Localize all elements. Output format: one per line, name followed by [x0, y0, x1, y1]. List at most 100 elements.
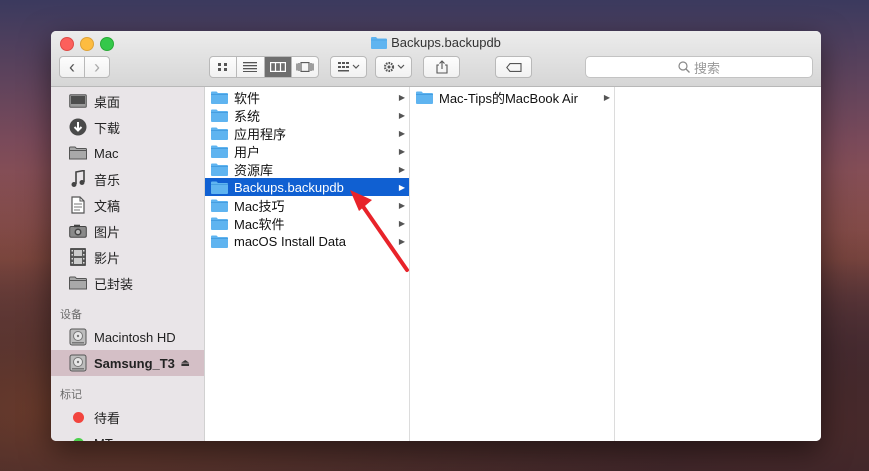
folder-name: 用户 — [234, 144, 261, 160]
sidebar-item-label: Macintosh HD — [94, 329, 176, 345]
view-mode-group — [209, 56, 319, 78]
tag-color-dot-icon — [68, 408, 88, 426]
folder-icon — [211, 127, 228, 140]
folder-row[interactable]: 资源库 ▶ — [205, 160, 409, 178]
sidebar-item-samsung-t3[interactable]: Samsung_T3 ⏏ — [51, 350, 204, 376]
gear-icon — [383, 61, 404, 73]
list-icon — [243, 62, 258, 72]
folder-icon — [211, 235, 228, 248]
disclosure-arrow-icon: ▶ — [398, 164, 405, 174]
folder-icon — [371, 36, 388, 53]
tags-button[interactable] — [495, 56, 532, 78]
window-title-text: Backups.backupdb — [391, 35, 501, 50]
disk-icon — [68, 328, 88, 346]
tag-color-dot-icon — [68, 434, 88, 441]
sidebar-item-favorites-7[interactable]: 已封装 — [51, 270, 204, 296]
folder-icon — [211, 91, 228, 104]
chevron-left-icon: ‹ — [69, 57, 75, 77]
sidebar-item-label: Mac — [94, 145, 119, 161]
disclosure-arrow-icon: ▶ — [398, 92, 405, 102]
disclosure-arrow-icon: ▶ — [398, 128, 405, 138]
coverflow-icon — [296, 62, 314, 72]
document-icon — [68, 196, 88, 214]
desktop-icon — [68, 92, 88, 110]
search-icon — [678, 61, 690, 73]
sidebar: 桌面下载 Mac 音乐文稿图片影片已封装 设备 Macintosh HD Samsun… — [51, 87, 205, 441]
disclosure-arrow-icon: ▶ — [398, 110, 405, 120]
eject-icon[interactable]: ⏏ — [181, 358, 190, 369]
icon-view-button[interactable] — [210, 57, 238, 77]
sidebar-item-favorites-6[interactable]: 影片 — [51, 244, 204, 270]
share-button[interactable] — [423, 56, 460, 78]
search-field[interactable]: 搜索 — [585, 56, 813, 78]
action-button[interactable] — [375, 56, 412, 78]
disk-icon — [68, 354, 88, 372]
sidebar-item-label: 文稿 — [94, 198, 121, 214]
folder-icon — [211, 109, 228, 122]
folder-name: 应用程序 — [234, 126, 287, 142]
folder-row[interactable]: Mac-Tips的MacBook Air ▶ — [410, 88, 614, 106]
disclosure-arrow-icon: ▶ — [398, 200, 405, 210]
columns-icon — [269, 62, 286, 72]
sidebar-item-mt[interactable]: MT — [51, 430, 204, 441]
folder-name: 软件 — [234, 90, 261, 106]
folder-name: Mac技巧 — [234, 198, 285, 214]
sidebar-item-mac[interactable]: Mac — [51, 140, 204, 166]
folder-row[interactable]: Mac软件 ▶ — [205, 214, 409, 232]
folder-row[interactable]: 系统 ▶ — [205, 106, 409, 124]
folder-name: 资源库 — [234, 162, 274, 178]
sidebar-item-label: 已封装 — [94, 276, 134, 292]
list-view-button[interactable] — [237, 57, 265, 77]
sidebar-item-label: 下载 — [94, 120, 121, 136]
sidebar-item-label: Samsung_T3 — [94, 355, 175, 371]
sidebar-item-label: 影片 — [94, 250, 121, 266]
sidebar-item-favorites-3[interactable]: 音乐 — [51, 166, 204, 192]
forward-button[interactable]: › — [84, 56, 110, 78]
column-empty — [615, 87, 821, 441]
folder-row[interactable]: macOS Install Data ▶ — [205, 232, 409, 250]
download-icon — [68, 118, 88, 136]
folder-icon — [211, 217, 228, 230]
folder-icon — [416, 91, 433, 104]
disclosure-arrow-icon: ▶ — [398, 146, 405, 156]
sidebar-item-favorites-4[interactable]: 文稿 — [51, 192, 204, 218]
folder-name: 系统 — [234, 108, 261, 124]
gallery-view-button[interactable] — [292, 57, 318, 77]
folder-name: Mac软件 — [234, 216, 285, 232]
disclosure-arrow-icon: ▶ — [603, 92, 610, 102]
finder-window: Backups.backupdb ‹ › 搜索 桌面 下载 Mac 音乐 文稿 … — [51, 31, 821, 441]
grid-icon — [218, 63, 228, 71]
folder-name: Backups.backupdb — [234, 179, 344, 195]
title-bar: Backups.backupdb ‹ › 搜索 — [51, 31, 821, 87]
share-icon — [435, 60, 448, 74]
folder-row[interactable]: 用户 ▶ — [205, 142, 409, 160]
sidebar-item-label: 桌面 — [94, 94, 121, 110]
folder-row[interactable]: 应用程序 ▶ — [205, 124, 409, 142]
column-view-button[interactable] — [264, 57, 292, 77]
sidebar-item-label: 待看 — [94, 410, 121, 426]
folder-icon — [211, 181, 228, 194]
disclosure-arrow-icon: ▶ — [398, 236, 405, 246]
sidebar-item-label: MT — [94, 436, 113, 442]
sidebar-header-devices: 设备 — [60, 309, 82, 321]
folder-icon — [211, 199, 228, 212]
column-root: 软件 ▶ 系统 ▶ 应用程序 ▶ 用户 ▶ 资源库 ▶ Backups.backupdb ▶ Mac技巧… — [205, 87, 410, 441]
back-button[interactable]: ‹ — [59, 56, 85, 78]
sidebar-item-macintosh-hd[interactable]: Macintosh HD — [51, 324, 204, 350]
folder-row[interactable]: Mac技巧 ▶ — [205, 196, 409, 214]
arrange-icon — [337, 62, 359, 72]
disclosure-arrow-icon: ▶ — [398, 218, 405, 228]
camera-icon — [68, 222, 88, 240]
film-icon — [68, 248, 88, 266]
arrange-button[interactable] — [330, 56, 367, 78]
sidebar-item-favorites-0[interactable]: 桌面 — [51, 88, 204, 114]
folder-icon — [68, 274, 88, 292]
disclosure-arrow-icon: ▶ — [398, 182, 405, 192]
folder-row[interactable]: Backups.backupdb ▶ — [205, 178, 409, 196]
sidebar-item-favorites-1[interactable]: 下载 — [51, 114, 204, 140]
sidebar-item-label: 音乐 — [94, 172, 121, 188]
sidebar-item-favorites-5[interactable]: 图片 — [51, 218, 204, 244]
sidebar-item-tags-0[interactable]: 待看 — [51, 404, 204, 430]
search-placeholder: 搜索 — [693, 60, 720, 76]
folder-row[interactable]: 软件 ▶ — [205, 88, 409, 106]
